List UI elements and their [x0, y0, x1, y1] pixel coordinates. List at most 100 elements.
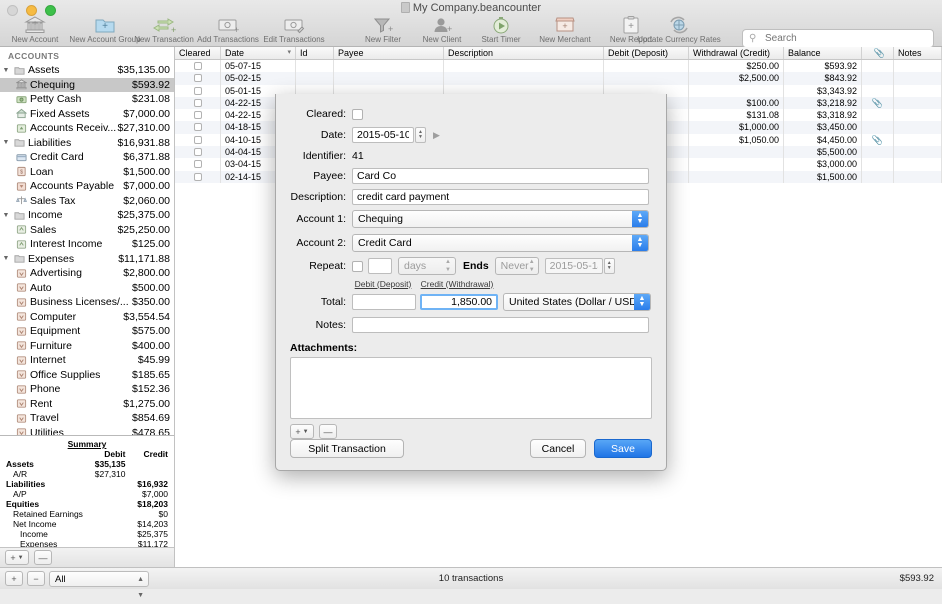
split-transaction-button[interactable]: Split Transaction	[290, 439, 404, 458]
toolbar-add-transactions[interactable]: + Add Transactions	[192, 14, 264, 44]
sidebar-item-utilities[interactable]: Utilities $478.65	[0, 426, 174, 435]
save-button[interactable]: Save	[594, 439, 652, 458]
repeat-checkbox[interactable]	[352, 260, 363, 272]
cleared-checkbox[interactable]	[193, 111, 202, 120]
sidebar-item-loan[interactable]: $ Loan $1,500.00	[0, 165, 174, 180]
toolbar-update-currency-rates[interactable]: Update Currency Rates	[637, 14, 721, 44]
toolbar-new-filter[interactable]: + New Filter	[352, 14, 414, 44]
description-input[interactable]	[352, 188, 649, 205]
column-header-notes[interactable]: Notes	[894, 47, 942, 59]
sidebar-item-credit-card[interactable]: Credit Card $6,371.88	[0, 150, 174, 165]
sidebar-item-travel[interactable]: Travel $854.69	[0, 411, 174, 426]
column-header-withdrawal-credit[interactable]: Withdrawal (Credit)	[689, 47, 784, 59]
cleared-checkbox[interactable]	[193, 62, 202, 70]
toolbar-new-client[interactable]: + New Client	[413, 14, 471, 44]
column-header-cleared[interactable]: Cleared	[175, 47, 221, 59]
credit-input[interactable]	[420, 293, 498, 310]
cleared-checkbox[interactable]	[193, 123, 202, 132]
remove-account-button[interactable]: —	[34, 550, 52, 565]
cell-cleared[interactable]	[175, 121, 221, 134]
repeat-end-date-input[interactable]	[544, 258, 603, 274]
debit-input[interactable]	[352, 293, 416, 310]
disclosure-triangle-icon[interactable]: ▼	[0, 255, 12, 262]
cell-cleared[interactable]	[175, 109, 221, 122]
cleared-checkbox[interactable]	[193, 160, 202, 169]
repeat-end-date-stepper[interactable]: ▲ ▼	[603, 258, 615, 274]
sidebar-item-auto[interactable]: Auto $500.00	[0, 281, 174, 296]
cell-cleared[interactable]	[175, 84, 221, 97]
add-attachment-button[interactable]: + ▼	[290, 424, 314, 439]
sidebar-item-computer[interactable]: Computer $3,554.54	[0, 310, 174, 325]
cancel-button[interactable]: Cancel	[530, 439, 586, 458]
account2-select[interactable]: Credit Card ▲ ▼	[352, 233, 649, 252]
sidebar-item-office-supplies[interactable]: Office Supplies $185.65	[0, 368, 174, 383]
add-account-button[interactable]: + ▼	[5, 550, 29, 565]
table-row[interactable]: 05-02-15 $2,500.00 $843.92	[175, 72, 942, 85]
column-header-description[interactable]: Description	[444, 47, 604, 59]
repeat-ends-select[interactable]: Never ▲ ▼	[494, 257, 539, 275]
sidebar-item-interest-income[interactable]: Interest Income $125.00	[0, 237, 174, 252]
toolbar-new-account[interactable]: + New Account	[2, 14, 68, 44]
table-header[interactable]: Cleared Date ▾ Id Payee Description Debit (Dep…	[175, 47, 942, 60]
column-header-payee[interactable]: Payee	[334, 47, 444, 59]
sidebar-item-furniture[interactable]: Furniture $400.00	[0, 339, 174, 354]
cleared-checkbox[interactable]	[193, 148, 202, 157]
cell-cleared[interactable]	[175, 96, 221, 110]
account1-select[interactable]: Chequing ▲ ▼	[352, 209, 649, 228]
table-row[interactable]: 05-07-15 $250.00 $593.92	[175, 60, 942, 73]
date-disclosure-icon[interactable]: ▶	[433, 130, 440, 141]
account-list[interactable]: ▼ Assets $35,135.00 Chequing $593.92 Petty Ca…	[0, 63, 174, 435]
notes-input[interactable]	[352, 316, 649, 333]
sidebar-item-internet[interactable]: Internet $45.99	[0, 353, 174, 368]
toolbar-start-timer[interactable]: Start Timer	[471, 14, 531, 44]
disclosure-triangle-icon[interactable]: ▼	[0, 212, 12, 219]
date-stepper[interactable]: ▲ ▼	[415, 127, 426, 143]
sidebar-item-liabilities[interactable]: ▼ Liabilities $16,931.88	[0, 136, 174, 151]
sidebar-item-assets[interactable]: ▼ Assets $35,135.00	[0, 63, 174, 78]
currency-select[interactable]: United States (Dollar / USD) ▲ ▼	[503, 292, 651, 311]
sidebar-item-business-licenses[interactable]: Business Licenses/... $350.00	[0, 295, 174, 310]
sidebar-item-expenses[interactable]: ▼ Expenses $11,171.88	[0, 252, 174, 267]
sidebar-item-rent[interactable]: Rent $1,275.00	[0, 397, 174, 412]
remove-attachment-button[interactable]: —	[319, 424, 337, 439]
toolbar-edit-transactions[interactable]: Edit Transactions	[258, 14, 330, 44]
repeat-unit-select[interactable]: days ▲ ▼	[398, 257, 456, 275]
cleared-checkbox[interactable]	[193, 135, 202, 144]
cell-cleared[interactable]	[175, 133, 221, 147]
toolbar-new-merchant[interactable]: + New Merchant	[530, 14, 600, 44]
cleared-checkbox[interactable]	[193, 74, 202, 83]
sidebar-item-petty-cash[interactable]: Petty Cash $231.08	[0, 92, 174, 107]
cell-cleared[interactable]	[175, 72, 221, 85]
repeat-interval-input[interactable]	[368, 258, 392, 274]
column-header-date[interactable]: Date ▾	[221, 47, 296, 59]
sidebar-item-equipment[interactable]: Equipment $575.00	[0, 324, 174, 339]
cell-cleared[interactable]	[175, 146, 221, 159]
cleared-checkbox[interactable]	[193, 98, 202, 107]
column-header-debit-deposit[interactable]: Debit (Deposit)	[604, 47, 689, 59]
cleared-checkbox[interactable]	[193, 172, 202, 181]
sidebar-item-accounts-receiv[interactable]: Accounts Receiv... $27,310.00	[0, 121, 174, 136]
sidebar-item-sales[interactable]: Sales $25,250.00	[0, 223, 174, 238]
sidebar-item-chequing[interactable]: Chequing $593.92	[0, 77, 174, 92]
toolbar-new-transaction[interactable]: + New Transaction	[129, 14, 199, 44]
cleared-checkbox[interactable]	[352, 108, 363, 120]
disclosure-triangle-icon[interactable]: ▼	[0, 139, 12, 146]
cell-cleared[interactable]	[175, 60, 221, 73]
cell-cleared[interactable]	[175, 158, 221, 171]
sidebar-item-fixed-assets[interactable]: Fixed Assets $7,000.00	[0, 107, 174, 122]
column-header-balance[interactable]: Balance	[784, 47, 862, 59]
sidebar-item-sales-tax[interactable]: Sales Tax $2,060.00	[0, 194, 174, 209]
sidebar-item-advertising[interactable]: Advertising $2,800.00	[0, 266, 174, 281]
sidebar-item-income[interactable]: ▼ Income $25,375.00	[0, 208, 174, 223]
cell-cleared[interactable]	[175, 170, 221, 183]
attachments-dropzone[interactable]	[290, 357, 652, 419]
disclosure-triangle-icon[interactable]: ▼	[0, 67, 12, 74]
column-header-attachment[interactable]: 📎	[862, 47, 894, 59]
sidebar-item-accounts-payable[interactable]: Accounts Payable $7,000.00	[0, 179, 174, 194]
date-input[interactable]	[352, 127, 414, 143]
sidebar-item-phone[interactable]: Phone $152.36	[0, 382, 174, 397]
column-header-id[interactable]: Id	[296, 47, 334, 59]
search-input[interactable]	[742, 29, 934, 48]
cleared-checkbox[interactable]	[193, 86, 202, 95]
payee-input[interactable]	[352, 167, 649, 184]
